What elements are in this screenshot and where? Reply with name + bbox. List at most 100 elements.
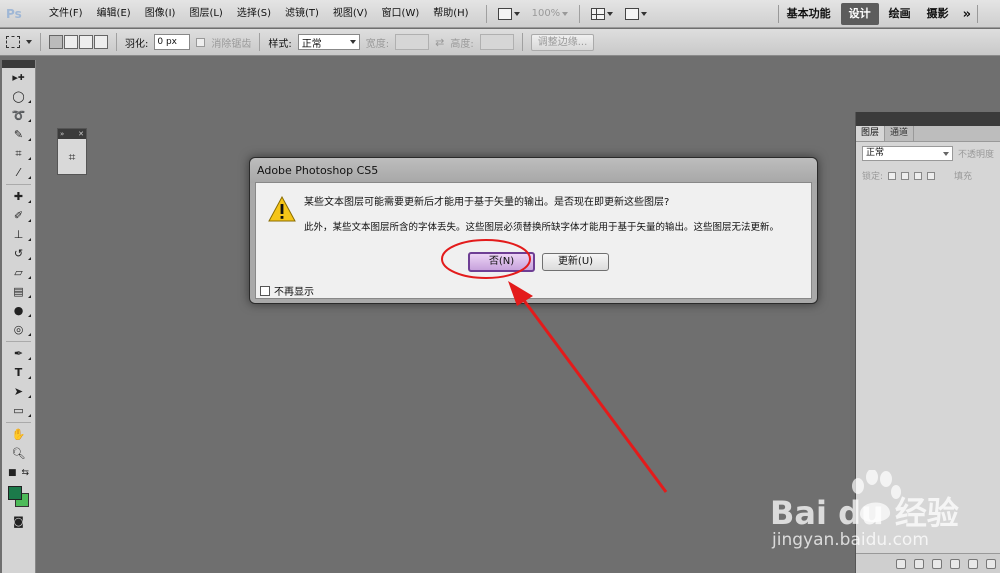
type-tool-icon[interactable]: T xyxy=(2,363,35,382)
gradient-tool-icon[interactable]: ▤ xyxy=(2,282,35,301)
tab-layers[interactable]: 图层 xyxy=(856,126,886,141)
arrange-documents-button[interactable] xyxy=(588,5,616,23)
watermark-brand: Bai du 经验 xyxy=(770,494,959,532)
separator xyxy=(977,5,978,23)
screen-mode-button[interactable] xyxy=(495,5,523,23)
history-panel-icon[interactable]: ⌗ xyxy=(58,139,86,175)
subtract-selection-button[interactable] xyxy=(79,35,93,49)
lasso-tool-icon[interactable]: ➰ xyxy=(2,106,35,125)
update-text-layers-dialog: Adobe Photoshop CS5 某些文本图层可能需要更新后才能用于基于矢… xyxy=(249,157,818,304)
clone-stamp-icon[interactable]: ⊥ xyxy=(2,225,35,244)
menu-view[interactable]: 视图(V) xyxy=(326,0,375,28)
dialog-message-secondary: 此外，某些文本图层所含的字体丢失。这些图层必须替换所缺字体才能用于基于矢量的输出… xyxy=(304,222,780,233)
layer-style-icon[interactable] xyxy=(914,558,924,569)
menubar-tools: 100% xyxy=(484,4,651,23)
new-group-icon[interactable] xyxy=(968,558,978,569)
add-selection-button[interactable] xyxy=(64,35,78,49)
height-input[interactable] xyxy=(479,34,514,50)
menu-help[interactable]: 帮助(H) xyxy=(426,0,475,28)
panel-header[interactable] xyxy=(856,112,1000,126)
menu-image[interactable]: 图像(I) xyxy=(138,0,183,28)
blend-row: 正常 不透明度 xyxy=(856,142,1000,165)
menu-file[interactable]: 文件(F) xyxy=(42,0,90,28)
collapsed-panel: » ✕ ⌗ xyxy=(57,128,87,175)
blend-mode-select[interactable]: 正常 xyxy=(862,146,953,161)
shape-tool-icon[interactable]: ▭ xyxy=(2,401,35,420)
history-brush-icon[interactable]: ↺ xyxy=(2,244,35,263)
quick-selection-icon[interactable]: ✎ xyxy=(2,125,35,144)
menu-bar: Ps 文件(F) 编辑(E) 图像(I) 图层(L) 选择(S) 滤镜(T) 视… xyxy=(0,0,1000,28)
separator xyxy=(485,4,487,23)
elliptical-marquee-icon[interactable]: ◯ xyxy=(2,87,35,106)
menu-edit[interactable]: 编辑(E) xyxy=(90,0,138,28)
panel-header[interactable]: » ✕ xyxy=(58,129,86,139)
style-select[interactable]: 正常 xyxy=(297,34,360,50)
lock-all-icon[interactable] xyxy=(927,171,936,180)
app-logo: Ps xyxy=(6,6,22,21)
close-icon[interactable]: ✕ xyxy=(78,130,84,138)
expand-icon[interactable]: » xyxy=(60,130,64,138)
zoom-level[interactable]: 100% xyxy=(529,5,572,23)
swap-icon[interactable]: ⇄ xyxy=(435,36,444,49)
width-label: 宽度: xyxy=(365,38,390,50)
style-label: 样式: xyxy=(268,38,292,50)
rect-marquee-icon[interactable] xyxy=(6,36,20,48)
menu-filter[interactable]: 滤镜(T) xyxy=(278,0,326,28)
update-button[interactable]: 更新(U) xyxy=(542,253,609,271)
workspace-switcher: 基本功能 设计 绘画 摄影 » xyxy=(777,0,1000,28)
blur-tool-icon[interactable]: ● xyxy=(2,301,35,320)
chevron-down-icon[interactable] xyxy=(26,40,32,44)
healing-brush-icon[interactable]: ✚ xyxy=(2,187,35,206)
hand-tool-icon[interactable]: ✋ xyxy=(2,425,35,444)
width-input[interactable] xyxy=(395,34,430,50)
feather-input[interactable]: 0 px xyxy=(154,34,191,50)
separator xyxy=(259,33,261,51)
eyedropper-icon[interactable]: ⁄ xyxy=(2,163,35,182)
zoom-tool-icon[interactable]: 🔍︎ xyxy=(2,444,35,463)
fill-label: 填充 xyxy=(954,172,973,182)
path-selection-icon[interactable]: ➤ xyxy=(2,382,35,401)
crop-tool-icon[interactable]: ⌗ xyxy=(2,144,35,163)
separator xyxy=(579,4,581,23)
lock-position-icon[interactable] xyxy=(914,171,923,180)
refine-edge-button[interactable]: 调整边缘... xyxy=(530,33,595,51)
workspace-more-button[interactable]: » xyxy=(957,7,977,22)
view-extras-button[interactable] xyxy=(622,5,650,23)
height-label: 高度: xyxy=(450,38,474,50)
chevron-down-icon xyxy=(513,11,520,16)
move-tool-icon[interactable]: ▸ ✚ xyxy=(2,68,35,87)
no-button[interactable]: 否(N) xyxy=(468,252,535,272)
separator xyxy=(6,422,31,423)
menu-layer[interactable]: 图层(L) xyxy=(182,0,229,28)
new-layer-icon[interactable] xyxy=(986,558,996,569)
tab-channels[interactable]: 通道 xyxy=(885,126,915,141)
dodge-tool-icon[interactable]: ◎ xyxy=(2,320,35,339)
brush-tool-icon[interactable]: ✐ xyxy=(2,206,35,225)
eraser-tool-icon[interactable]: ▱ xyxy=(2,263,35,282)
dialog-message-primary: 某些文本图层可能需要更新后才能用于基于矢量的输出。是否现在即更新这些图层? xyxy=(304,197,670,208)
workspace-painting[interactable]: 绘画 xyxy=(881,0,919,28)
link-layers-icon[interactable] xyxy=(896,558,906,569)
workspace-design[interactable]: 设计 xyxy=(840,3,879,25)
view-extras-icon xyxy=(625,7,640,20)
pen-tool-icon[interactable]: ✒ xyxy=(2,344,35,363)
menu-window[interactable]: 窗口(W) xyxy=(375,0,427,28)
chevron-down-icon xyxy=(349,40,356,44)
dont-show-again-checkbox[interactable]: 不再显示 xyxy=(260,283,314,298)
antialias-checkbox[interactable] xyxy=(196,37,206,47)
menu-select[interactable]: 选择(S) xyxy=(230,0,278,28)
default-colors-icon[interactable]: ■ ⇆ xyxy=(2,463,35,482)
lock-transparent-icon[interactable] xyxy=(888,171,897,180)
workspace-photography[interactable]: 摄影 xyxy=(919,0,957,28)
intersect-selection-button[interactable] xyxy=(94,35,108,49)
new-selection-button[interactable] xyxy=(49,35,63,49)
antialias-label: 消除锯齿 xyxy=(211,38,252,50)
layer-mask-icon[interactable] xyxy=(932,558,942,569)
toolbox-header[interactable] xyxy=(2,60,35,68)
quick-mask-icon[interactable]: ◙ xyxy=(2,512,35,531)
foreground-color-swatch[interactable] xyxy=(8,486,22,500)
lock-pixels-icon[interactable] xyxy=(901,171,910,180)
checkbox-box[interactable] xyxy=(260,285,270,296)
workspace-essentials[interactable]: 基本功能 xyxy=(779,0,839,28)
adjustment-layer-icon[interactable] xyxy=(950,558,960,569)
